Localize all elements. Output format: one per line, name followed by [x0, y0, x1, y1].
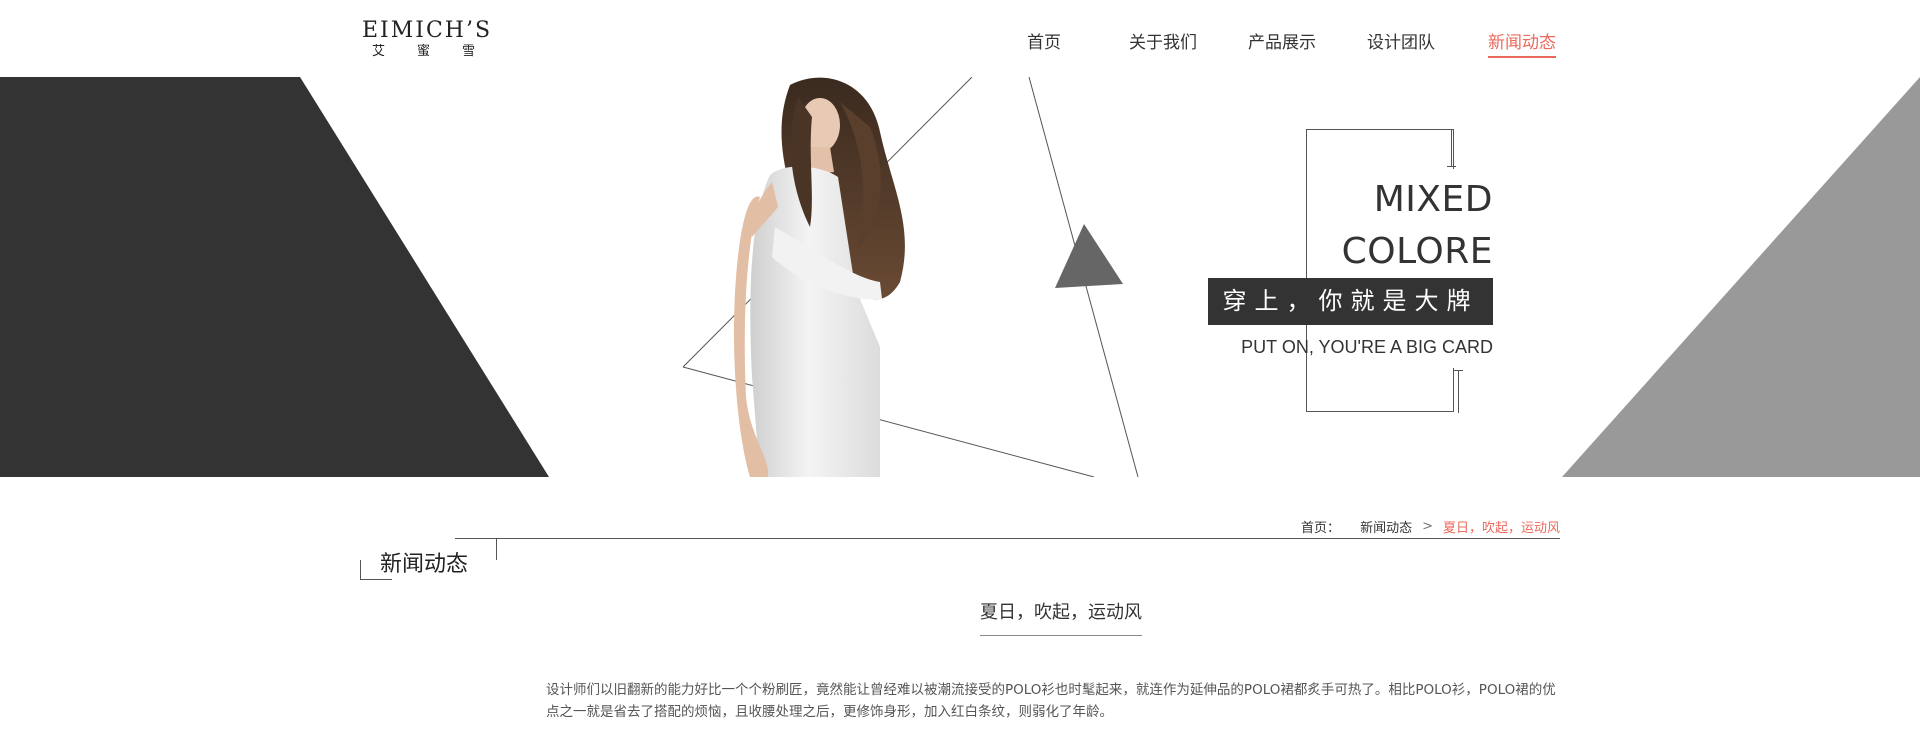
main-nav: 首页 关于我们 产品展示 设计团队 新闻动态: [0, 28, 1920, 58]
article-body: 设计师们以旧翻新的能力好比一个个粉刷匠，竟然能让曾经难以被潮流接受的POLO衫也…: [546, 682, 1556, 720]
breadcrumb-current: 夏日，吹起，运动风: [1442, 521, 1560, 536]
headline-line: MIXED: [1373, 179, 1493, 220]
chevron-right-icon: >: [1422, 519, 1433, 534]
nav-item-about[interactable]: 关于我们: [1129, 28, 1197, 53]
section-title: 新闻动态: [380, 552, 469, 577]
breadcrumb: 首页： 新闻动态 > 夏日，吹起，运动风: [1301, 517, 1560, 536]
article-title: 夏日，吹起，运动风: [980, 602, 1142, 623]
slogan-en: PUT ON, YOU'RE A BIG CARD: [1241, 337, 1493, 357]
breadcrumb-home[interactable]: 首页：: [1301, 517, 1340, 536]
breadcrumb-section[interactable]: 新闻动态: [1360, 517, 1412, 536]
gray-triangle-shape: [1562, 77, 1920, 477]
frame-tick: [1447, 166, 1456, 167]
slogan-box: 穿上，你就是大牌: [1208, 278, 1493, 325]
dark-trapezoid-shape: [0, 77, 549, 477]
article-title-underline: [980, 635, 1142, 636]
slogan-cn: 穿上，你就是大牌: [1222, 287, 1479, 315]
nav-item-news[interactable]: 新闻动态: [1488, 28, 1556, 58]
model-photo: [733, 77, 905, 477]
nav-item-products[interactable]: 产品展示: [1248, 28, 1316, 53]
headline-line: COLORE: [1341, 231, 1493, 272]
small-triangle-shape: [1055, 224, 1123, 288]
nav-item-design-team[interactable]: 设计团队: [1367, 28, 1435, 53]
section-divider: [455, 538, 1560, 539]
frame-tick: [1458, 370, 1459, 413]
banner-decoration: [0, 77, 1920, 477]
section-corner: [360, 579, 392, 580]
nav-item-home[interactable]: 首页: [1027, 28, 1061, 53]
section-divider: [496, 538, 497, 560]
banner-headline: MIXED COLORE: [1342, 174, 1493, 278]
frame-tick: [1451, 129, 1452, 167]
hero-banner[interactable]: MIXED COLORE 穿上，你就是大牌 PUT ON, YOU'RE A B…: [0, 77, 1920, 477]
section-corner: [360, 560, 361, 580]
frame-tick: [1454, 370, 1463, 371]
